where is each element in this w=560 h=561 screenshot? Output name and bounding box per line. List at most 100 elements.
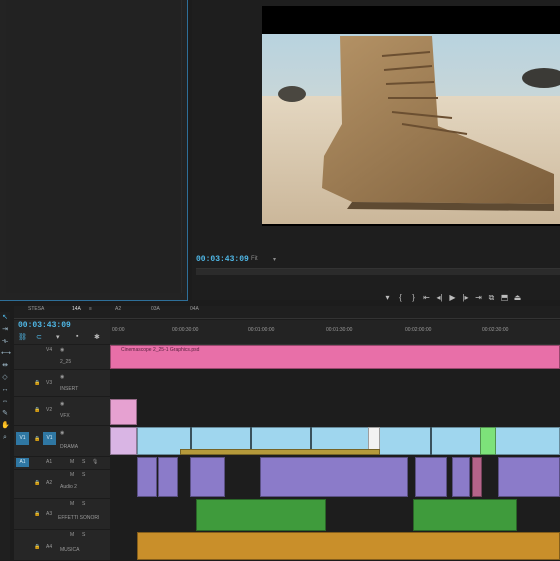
razor-tool-icon[interactable]: ◇	[1, 374, 9, 382]
audio-clip[interactable]	[472, 457, 482, 497]
eye-icon[interactable]: ◉	[60, 374, 64, 380]
hand-tool-icon[interactable]: ✋	[1, 422, 10, 430]
fit-dropdown[interactable]: Fit	[251, 256, 258, 262]
lock-icon[interactable]: 🔒	[34, 436, 40, 442]
lock-icon[interactable]: 🔒	[34, 480, 40, 486]
tab-sequence-2[interactable]: 14A	[72, 306, 81, 312]
track-id: V4	[46, 347, 53, 353]
add-marker-timeline-icon[interactable]: ▾	[56, 333, 60, 341]
track-header-a4: 🔒 A4 M S MUSICA	[14, 530, 110, 561]
lock-icon[interactable]: 🔒	[34, 380, 40, 386]
track-name: DRAMA	[60, 444, 79, 450]
ruler-time-label: 00:02:30:00	[482, 327, 509, 333]
eye-icon[interactable]: ◉	[60, 401, 64, 407]
solo-icon[interactable]: S	[82, 532, 85, 538]
source-panel-body	[6, 0, 182, 293]
timeline-timecode[interactable]: 00:03:43:09	[18, 321, 71, 330]
audio-clip[interactable]	[452, 457, 470, 497]
track-name: VFX	[60, 413, 70, 419]
track-name: EFFETTI SONORI	[58, 515, 100, 521]
track-name: INSERT	[60, 386, 79, 392]
audio-clip[interactable]	[498, 457, 560, 497]
slip-tool-icon[interactable]: ↔	[1, 386, 9, 394]
program-scrubber[interactable]	[196, 268, 560, 275]
solo-icon[interactable]: S	[82, 472, 85, 478]
go-to-in-icon[interactable]: ⇤	[420, 293, 433, 302]
video-clip[interactable]	[480, 427, 496, 455]
timeline-tracks: Cinemascope 2_25-1 Graphics.psd	[110, 345, 560, 560]
graphics-clip[interactable]: Cinemascope 2_25-1 Graphics.psd	[110, 345, 560, 369]
mute-icon[interactable]: M	[70, 459, 74, 465]
step-forward-icon[interactable]: |▸	[459, 293, 472, 302]
video-clip[interactable]	[110, 427, 137, 455]
track-header-v1: V1 🔒 V1 ◉ DRAMA	[14, 426, 110, 457]
solo-icon[interactable]: S	[82, 459, 85, 465]
audio-clip[interactable]	[158, 457, 178, 497]
go-to-out-icon[interactable]: ⇥	[472, 293, 485, 302]
mute-icon[interactable]: M	[70, 532, 74, 538]
lock-icon[interactable]: 🔒	[34, 511, 40, 517]
insert-icon[interactable]: ⧉	[485, 293, 498, 303]
clip-label: Cinemascope 2_25-1 Graphics.psd	[121, 347, 200, 353]
sfx-clip[interactable]	[413, 499, 517, 531]
program-video-frame	[262, 6, 560, 226]
lock-icon[interactable]: 🔒	[34, 407, 40, 413]
voice-over-icon[interactable]: 🎙	[92, 459, 98, 465]
time-ruler[interactable]: 00:00 00:00:30:00 00:01:00:00 00:01:30:0…	[110, 320, 560, 345]
tab-sequence-5[interactable]: 04A	[190, 306, 199, 312]
tab-close-icon[interactable]: ≡	[89, 306, 92, 312]
solo-icon[interactable]: S	[82, 501, 85, 507]
overwrite-icon[interactable]: ⬒	[498, 293, 511, 302]
step-back-icon[interactable]: ◂|	[433, 293, 446, 302]
timeline-display-settings-icon[interactable]: ▪	[76, 333, 78, 340]
eye-icon[interactable]: ◉	[60, 430, 64, 436]
tab-sequence-4[interactable]: 03A	[151, 306, 160, 312]
track-header-v3: 🔒 V3 ◉ INSERT	[14, 370, 110, 397]
linked-selection-icon[interactable]: ⊂	[36, 333, 42, 341]
tab-sequence-1[interactable]: STESA	[28, 306, 44, 312]
track-id: A1	[46, 459, 53, 465]
source-patch-v1[interactable]: V1	[16, 432, 29, 445]
ripple-edit-tool-icon[interactable]: ⟛	[1, 338, 9, 346]
music-clip[interactable]	[137, 532, 560, 560]
mute-icon[interactable]: M	[70, 472, 74, 478]
ruler-time-label: 00:01:00:00	[248, 327, 275, 333]
track-select-tool-icon[interactable]: ⇥	[1, 326, 9, 334]
tab-sequence-3[interactable]: A2	[115, 306, 121, 312]
audio-clip[interactable]	[260, 457, 408, 497]
audio-clip[interactable]	[137, 457, 157, 497]
vfx-clip[interactable]	[110, 399, 137, 425]
track-id: A2	[46, 480, 53, 486]
add-marker-icon[interactable]: ▾	[381, 293, 394, 302]
sfx-clip[interactable]	[196, 499, 326, 531]
track-header-a3: 🔒 A3 M S EFFETTI SONORI	[14, 499, 110, 530]
mark-out-icon[interactable]: }	[407, 293, 420, 302]
mute-icon[interactable]: M	[70, 501, 74, 507]
selection-tool-icon[interactable]: ↖	[1, 314, 9, 322]
pen-tool-icon[interactable]: ✎	[1, 410, 9, 418]
lift-icon[interactable]: ⏏	[511, 293, 524, 302]
mark-in-icon[interactable]: {	[394, 293, 407, 302]
fit-dropdown-arrow-icon[interactable]: ▾	[273, 256, 276, 263]
timeline-header: 00:03:43:09 ⛓ ⊂ ▾ ▪ ✱	[14, 320, 110, 344]
audio-clip[interactable]	[190, 457, 225, 497]
track-target-v1[interactable]: V1	[43, 432, 56, 445]
track-name: MUSICA	[60, 547, 80, 553]
play-icon[interactable]: ▶	[446, 293, 459, 302]
rate-stretch-tool-icon[interactable]: ⇹	[1, 362, 9, 370]
slide-tool-icon[interactable]: ⇔	[1, 398, 9, 406]
track-id: V2	[46, 407, 53, 413]
program-timecode[interactable]: 00:03:43:09	[196, 255, 249, 264]
track-id: V3	[46, 380, 53, 386]
eye-icon[interactable]: ◉	[60, 347, 64, 353]
source-patch-a1[interactable]: A1	[16, 458, 29, 467]
track-header-v4: V4 ◉ 2_25	[14, 345, 110, 370]
ruler-time-label: 00:01:30:00	[326, 327, 353, 333]
snap-icon[interactable]: ⛓	[18, 333, 27, 341]
audio-clip[interactable]	[415, 457, 447, 497]
rolling-edit-tool-icon[interactable]: ⟷	[1, 350, 11, 358]
keyframe-band	[180, 449, 380, 455]
wrench-icon[interactable]: ✱	[94, 333, 100, 341]
zoom-tool-icon[interactable]: ⌕	[1, 434, 9, 442]
lock-icon[interactable]: 🔒	[34, 544, 40, 550]
